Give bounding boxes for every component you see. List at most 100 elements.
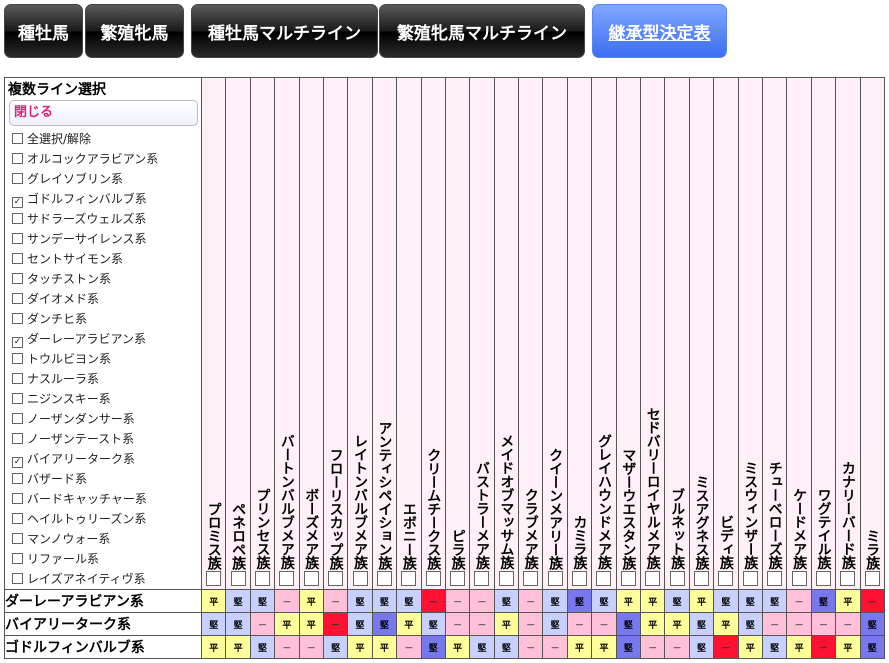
family-checkbox[interactable] — [742, 571, 758, 586]
line-option[interactable]: 全選択/解除 — [5, 129, 201, 149]
inheritance-cell: － — [835, 612, 861, 636]
line-option-checkbox[interactable] — [12, 213, 23, 224]
line-option-checkbox[interactable] — [12, 393, 23, 404]
line-option[interactable]: ダイオメド系 — [5, 289, 201, 309]
family-name: クリームチークス族 — [425, 447, 442, 570]
family-checkbox[interactable] — [596, 571, 612, 586]
line-option[interactable]: ダンチヒ系 — [5, 309, 201, 329]
line-option[interactable]: サドラーズウェルズ系 — [5, 209, 201, 229]
tab-sire[interactable]: 種牡馬 — [4, 4, 83, 58]
line-option[interactable]: ヘイルトゥリーズン系 — [5, 509, 201, 529]
line-option-checkbox[interactable] — [12, 293, 23, 304]
line-option-checkbox[interactable] — [12, 353, 23, 364]
line-option[interactable]: セントサイモン系 — [5, 249, 201, 269]
family-checkbox[interactable] — [791, 571, 807, 586]
family-checkbox[interactable] — [694, 571, 709, 586]
line-option-checkbox[interactable] — [12, 253, 23, 264]
family-checkbox[interactable] — [645, 571, 661, 586]
line-option[interactable]: ナスルーラ系 — [5, 369, 201, 389]
line-option-checkbox[interactable]: ✓ — [12, 457, 23, 468]
line-option[interactable]: タッチストン系 — [5, 269, 201, 289]
line-option-checkbox[interactable] — [12, 173, 23, 184]
line-option-checkbox[interactable]: ✓ — [12, 197, 23, 208]
inheritance-cell: 堅 — [761, 589, 788, 613]
inheritance-cell: 堅 — [371, 612, 398, 636]
family-checkbox[interactable] — [523, 571, 539, 586]
family-checkbox[interactable] — [254, 571, 270, 586]
family-checkbox[interactable] — [450, 571, 466, 586]
family-column-header: アンティシペイション族 — [371, 77, 398, 590]
family-checkbox[interactable] — [401, 571, 417, 586]
line-option[interactable]: グレイソブリン系 — [5, 169, 201, 189]
tab-mare[interactable]: 繁殖牝馬 — [85, 4, 184, 58]
tab-inheritance-table[interactable]: 継承型決定表 — [592, 4, 727, 58]
line-option-checkbox[interactable] — [12, 153, 23, 164]
line-option[interactable]: トウルビヨン系 — [5, 349, 201, 369]
line-option[interactable]: ✓ バイアリーターク系 — [5, 449, 201, 469]
line-option-checkbox[interactable] — [12, 533, 23, 544]
family-checkbox[interactable] — [230, 571, 246, 586]
family-checkbox[interactable] — [620, 571, 636, 586]
family-column-header: バストラーメア族 — [469, 77, 495, 590]
line-option-checkbox[interactable] — [12, 573, 23, 584]
inheritance-cell: 堅 — [322, 635, 349, 659]
tab-sire-multiline[interactable]: 種牡馬マルチライン — [191, 4, 378, 58]
line-option-checkbox[interactable] — [12, 273, 23, 284]
family-checkbox[interactable] — [864, 571, 880, 586]
family-checkbox[interactable] — [352, 571, 368, 586]
close-button[interactable]: 閉じる — [9, 100, 198, 126]
inheritance-cell: 平 — [200, 635, 227, 659]
line-option[interactable]: バードキャッチャー系 — [5, 489, 201, 509]
line-option-checkbox[interactable] — [12, 373, 23, 384]
inheritance-cell: 堅 — [347, 612, 373, 636]
family-checkbox[interactable] — [206, 571, 222, 586]
line-option[interactable]: ✓ ダーレーアラビアン系 — [5, 329, 201, 349]
inheritance-cell: － — [518, 589, 544, 613]
line-option-checkbox[interactable]: ✓ — [12, 337, 23, 348]
family-checkbox[interactable] — [474, 571, 490, 586]
family-checkbox[interactable] — [303, 571, 319, 586]
line-option[interactable]: ノーザンダンサー系 — [5, 409, 201, 429]
family-checkbox[interactable] — [425, 571, 441, 586]
line-option[interactable]: リファール系 — [5, 549, 201, 569]
family-checkbox[interactable] — [815, 571, 831, 586]
line-option[interactable]: オルコックアラビアン系 — [5, 149, 201, 169]
inheritance-cell: 堅 — [249, 635, 276, 659]
line-option-checkbox[interactable] — [12, 553, 23, 564]
inheritance-cell: － — [810, 635, 837, 659]
family-checkbox[interactable] — [328, 571, 344, 586]
inheritance-cell: － — [322, 589, 349, 613]
line-option[interactable]: ✓ ゴドルフィンバルブ系 — [5, 189, 201, 209]
line-option[interactable]: サンデーサイレンス系 — [5, 229, 201, 249]
tab-mare-multiline[interactable]: 繁殖牝馬マルチライン — [379, 4, 585, 58]
family-checkbox[interactable] — [767, 571, 783, 586]
line-option[interactable]: ニジンスキー系 — [5, 389, 201, 409]
line-option-checkbox[interactable] — [12, 493, 23, 504]
line-row: バイアリーターク系堅堅－平平－堅堅平堅－－平－堅－－堅平平堅平堅－－－－堅 — [4, 612, 885, 636]
line-option[interactable]: ノーザンテースト系 — [5, 429, 201, 449]
inheritance-cell: － — [322, 612, 349, 636]
family-column-header: バートンバルブメア族 — [274, 77, 300, 590]
line-option-checkbox[interactable] — [12, 313, 23, 324]
line-option-checkbox[interactable] — [12, 513, 23, 524]
line-selector-panel: 複数ライン選択 閉じる 全選択/解除 オルコックアラビアン系 グレイソブリン系 ✓ ゴド… — [4, 77, 202, 590]
family-checkbox[interactable] — [572, 571, 588, 586]
inheritance-cell: － — [444, 612, 471, 636]
family-checkbox[interactable] — [376, 571, 392, 586]
line-option-checkbox[interactable] — [12, 413, 23, 424]
family-checkbox[interactable] — [718, 571, 734, 586]
line-option-checkbox[interactable] — [12, 233, 23, 244]
line-option-label: ナスルーラ系 — [27, 372, 100, 386]
family-checkbox[interactable] — [840, 571, 856, 586]
line-option-checkbox[interactable] — [12, 133, 23, 144]
line-option-checkbox[interactable] — [12, 473, 23, 484]
family-checkbox[interactable] — [547, 571, 563, 586]
line-option[interactable]: マンノウォー系 — [5, 529, 201, 549]
line-option-checkbox[interactable] — [12, 433, 23, 444]
line-option[interactable]: レイズアネイティヴ系 — [5, 569, 201, 589]
family-checkbox[interactable] — [669, 571, 685, 586]
family-checkbox[interactable] — [279, 571, 295, 586]
family-checkbox[interactable] — [498, 571, 514, 586]
line-option[interactable]: バザード系 — [5, 469, 201, 489]
inheritance-cell: － — [786, 589, 812, 613]
